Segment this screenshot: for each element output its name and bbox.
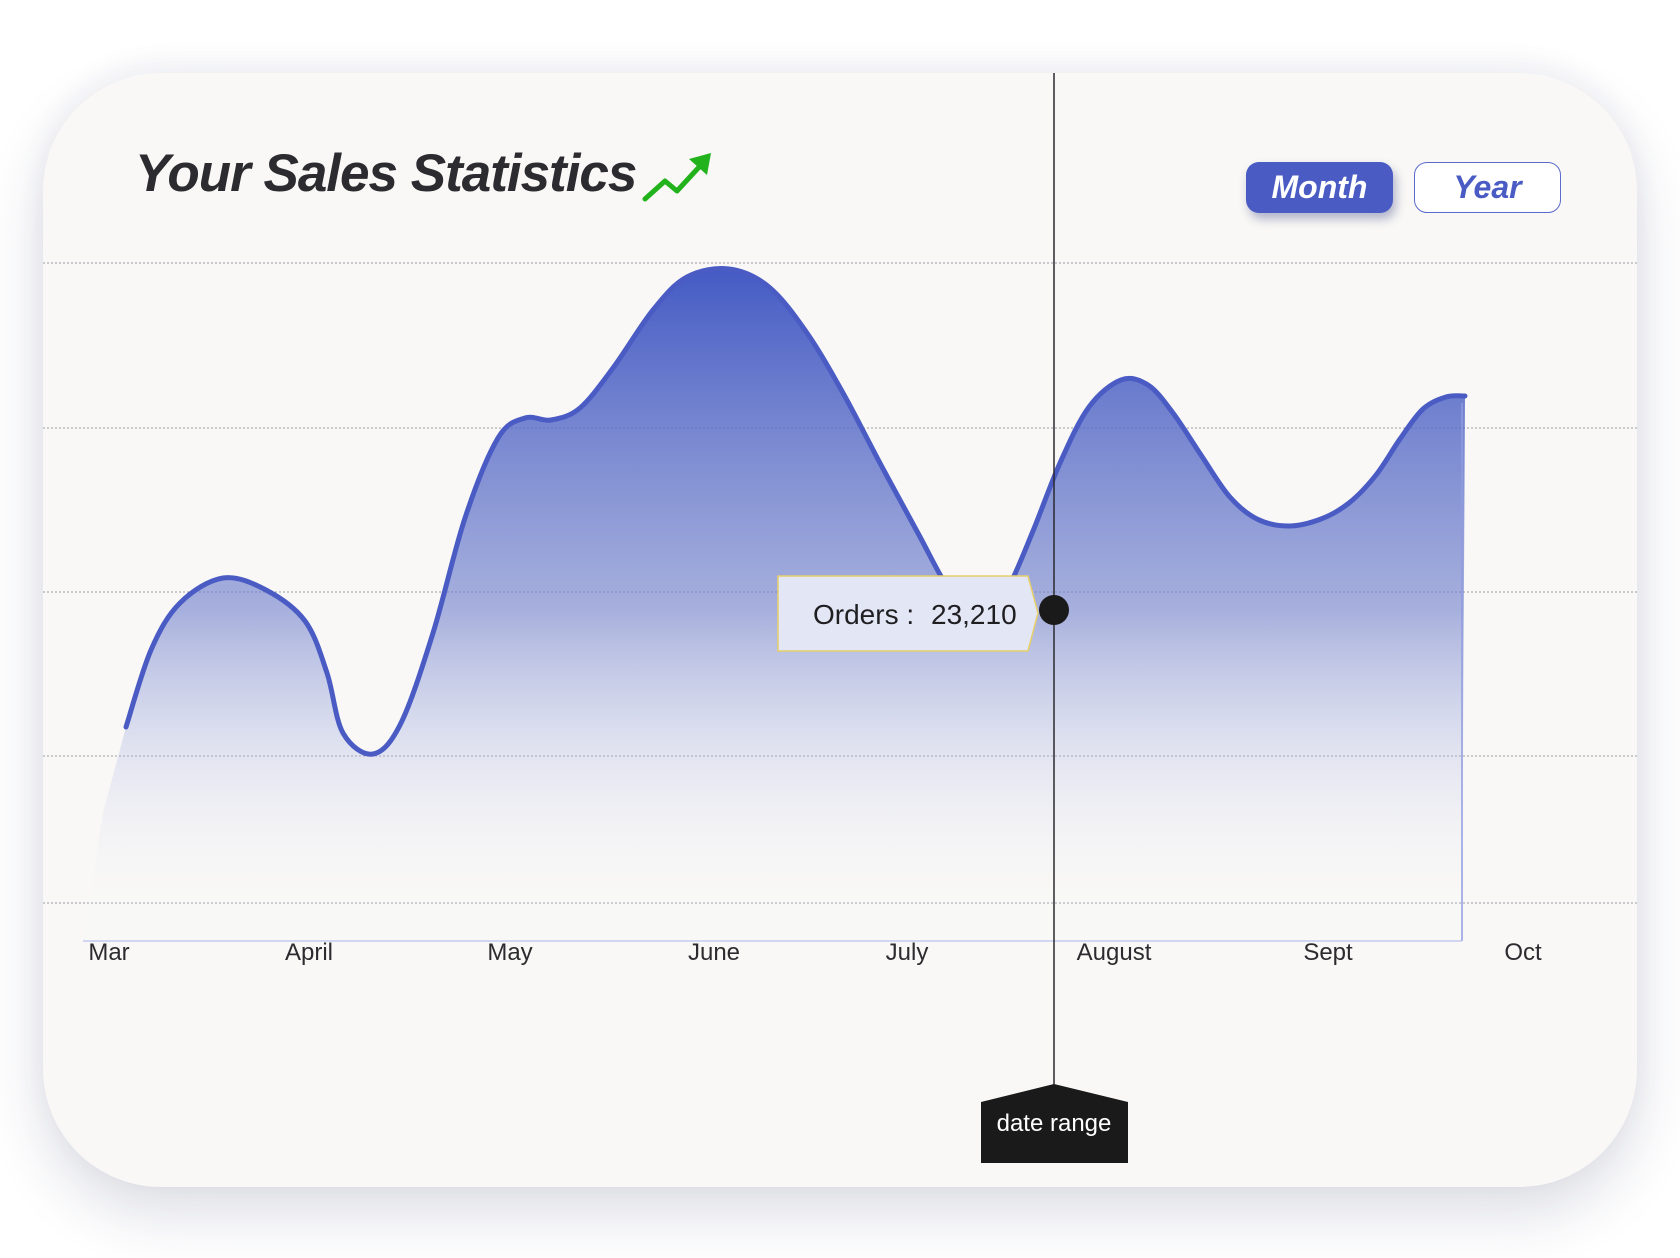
x-tick-label: August <box>1077 939 1152 966</box>
x-tick-label: Oct <box>1504 939 1542 966</box>
x-tick-label: July <box>886 939 929 966</box>
tooltip-label: Orders : <box>813 599 914 630</box>
date-range-label: date range <box>997 1110 1112 1137</box>
hover-point-marker[interactable] <box>1039 595 1069 625</box>
x-axis-labels: Mar April May June July August Sept Oct <box>88 939 1542 966</box>
tooltip-value: 23,210 <box>931 599 1017 630</box>
sales-statistics-card: Your Sales Statistics Month Year Mar Apri… <box>43 73 1637 1187</box>
x-tick-label: May <box>487 939 532 966</box>
sales-area-chart: Mar April May June July August Sept Oct Orders … <box>43 73 1637 1163</box>
x-tick-label: Sept <box>1303 939 1353 966</box>
x-tick-label: Mar <box>88 939 129 966</box>
x-tick-label: June <box>688 939 740 966</box>
x-tick-label: April <box>285 939 333 966</box>
